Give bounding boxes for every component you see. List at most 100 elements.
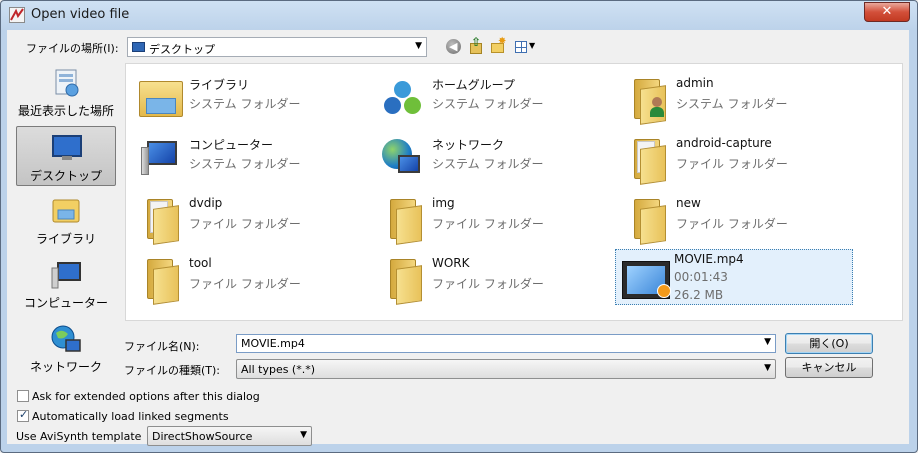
open-button[interactable]: 開く(O) — [785, 333, 873, 354]
place-label: コンピューター — [23, 296, 108, 310]
place-label: ライブラリ — [35, 232, 96, 246]
item-name: ネットワーク — [432, 138, 505, 152]
item-name: ホームグループ — [432, 78, 515, 92]
item-type: ファイル フォルダー — [432, 277, 544, 291]
computer-icon — [137, 135, 183, 181]
look-in-label: ファイルの場所(I): — [26, 42, 119, 55]
item-name: admin — [676, 76, 714, 90]
computer-icon — [50, 260, 82, 290]
app-icon — [9, 7, 25, 23]
item-type: システム フォルダー — [189, 97, 301, 111]
list-item[interactable]: img ファイル フォルダー — [374, 188, 612, 245]
place-label: 最近表示した場所 — [17, 104, 114, 118]
avisynth-template-label: Use AviSynth template — [16, 430, 142, 443]
library-icon — [137, 75, 183, 121]
avisynth-template-value: DirectShowSource — [152, 430, 253, 443]
new-folder-glyph: ✸ — [498, 36, 507, 47]
item-name: コンピューター — [189, 138, 274, 152]
look-in-dropdown[interactable]: デスクトップ ▼ — [127, 37, 427, 57]
cancel-button[interactable]: キャンセル — [785, 357, 873, 378]
desktop-small-icon — [132, 42, 145, 52]
place-network[interactable]: ネットワーク — [16, 318, 116, 378]
place-label: デスクトップ — [29, 169, 102, 183]
user-folder-icon — [624, 75, 670, 125]
back-glyph: ◀ — [449, 40, 458, 53]
network-icon — [50, 324, 82, 354]
file-type-label: ファイルの種類(T): — [124, 364, 221, 377]
chevron-down-icon[interactable]: ▼ — [764, 337, 771, 347]
item-size: 26.2 MB — [674, 288, 724, 302]
folder-icon — [137, 195, 183, 245]
list-item[interactable]: tool ファイル フォルダー — [131, 248, 369, 305]
list-item[interactable]: WORK ファイル フォルダー — [374, 248, 612, 305]
item-name: dvdip — [189, 196, 223, 210]
look-in-value: デスクトップ — [149, 43, 215, 56]
up-glyph: ⇧ — [471, 35, 482, 49]
linked-segments-label: Automatically load linked segments — [32, 410, 229, 423]
list-item[interactable]: ホームグループ システム フォルダー — [374, 68, 612, 124]
view-dropdown-arrow: ▼ — [529, 41, 536, 50]
close-icon: ✕ — [881, 4, 893, 19]
list-item[interactable]: android-capture ファイル フォルダー — [618, 128, 856, 185]
folder-icon — [624, 195, 670, 245]
file-type-dropdown[interactable]: All types (*.*) ▼ — [236, 359, 776, 379]
item-name: img — [432, 196, 455, 210]
list-item-selected[interactable]: MOVIE.mp4 00:01:43 26.2 MB — [615, 249, 853, 305]
item-name: MOVIE.mp4 — [674, 252, 744, 266]
check-icon: ✓ — [19, 408, 29, 421]
recent-places-icon — [50, 68, 82, 98]
chevron-down-icon: ▼ — [764, 363, 771, 373]
file-type-value: All types (*.*) — [241, 363, 316, 376]
item-type: ファイル フォルダー — [676, 217, 788, 231]
list-item[interactable]: new ファイル フォルダー — [618, 188, 856, 245]
item-type: ファイル フォルダー — [432, 217, 544, 231]
chevron-down-icon: ▼ — [300, 430, 307, 440]
place-desktop[interactable]: デスクトップ — [16, 126, 116, 186]
new-folder-button[interactable]: ✸ — [489, 36, 507, 56]
file-list[interactable]: ライブラリ システム フォルダー ホームグループ システム フォルダー admi… — [125, 63, 903, 321]
up-folder-button[interactable]: ⇧ — [467, 35, 485, 56]
list-item[interactable]: ネットワーク システム フォルダー — [374, 128, 612, 184]
avisynth-template-dropdown[interactable]: DirectShowSource ▼ — [147, 426, 312, 446]
places-bar: 最近表示した場所 デスクトップ ライブラリ コンピューター ネットワーク — [10, 62, 122, 380]
libraries-icon — [50, 196, 82, 226]
item-name: ライブラリ — [189, 78, 250, 92]
extended-options-label: Ask for extended options after this dial… — [32, 390, 260, 403]
homegroup-icon — [380, 75, 426, 121]
linked-segments-checkbox[interactable]: ✓ — [17, 408, 29, 422]
desktop-icon — [51, 133, 83, 163]
video-file-icon — [622, 257, 671, 303]
title-bar[interactable]: Open video file ✕ — [1, 1, 917, 29]
item-name: new — [676, 196, 701, 210]
view-menu-button[interactable]: ▼ — [514, 38, 540, 56]
view-grid-icon — [515, 41, 527, 53]
folder-icon — [380, 255, 426, 305]
folder-icon — [380, 195, 426, 245]
folder-icon — [137, 255, 183, 305]
list-item[interactable]: コンピューター システム フォルダー — [131, 128, 369, 184]
window-title: Open video file — [31, 7, 130, 22]
back-button[interactable]: ◀ — [445, 38, 463, 56]
item-type: システム フォルダー — [676, 97, 788, 111]
item-type: ファイル フォルダー — [189, 217, 301, 231]
place-label: ネットワーク — [29, 360, 102, 374]
chevron-down-icon: ▼ — [415, 41, 422, 51]
item-type: システム フォルダー — [432, 97, 544, 111]
place-libraries[interactable]: ライブラリ — [16, 190, 116, 250]
item-type: システム フォルダー — [432, 157, 544, 171]
close-button[interactable]: ✕ — [864, 2, 910, 22]
place-recent[interactable]: 最近表示した場所 — [16, 62, 116, 122]
list-item[interactable]: dvdip ファイル フォルダー — [131, 188, 369, 245]
list-item[interactable]: admin システム フォルダー — [618, 68, 856, 125]
item-duration: 00:01:43 — [674, 270, 728, 284]
extended-options-checkbox[interactable] — [17, 390, 29, 402]
place-computer[interactable]: コンピューター — [16, 254, 116, 314]
item-type: ファイル フォルダー — [676, 157, 788, 171]
file-name-input[interactable]: MOVIE.mp4 ▼ — [236, 334, 776, 353]
item-name: android-capture — [676, 136, 772, 150]
item-name: WORK — [432, 256, 470, 270]
folder-icon — [624, 135, 670, 185]
file-name-value: MOVIE.mp4 — [241, 337, 305, 350]
list-item[interactable]: ライブラリ システム フォルダー — [131, 68, 369, 124]
item-type: システム フォルダー — [189, 157, 301, 171]
